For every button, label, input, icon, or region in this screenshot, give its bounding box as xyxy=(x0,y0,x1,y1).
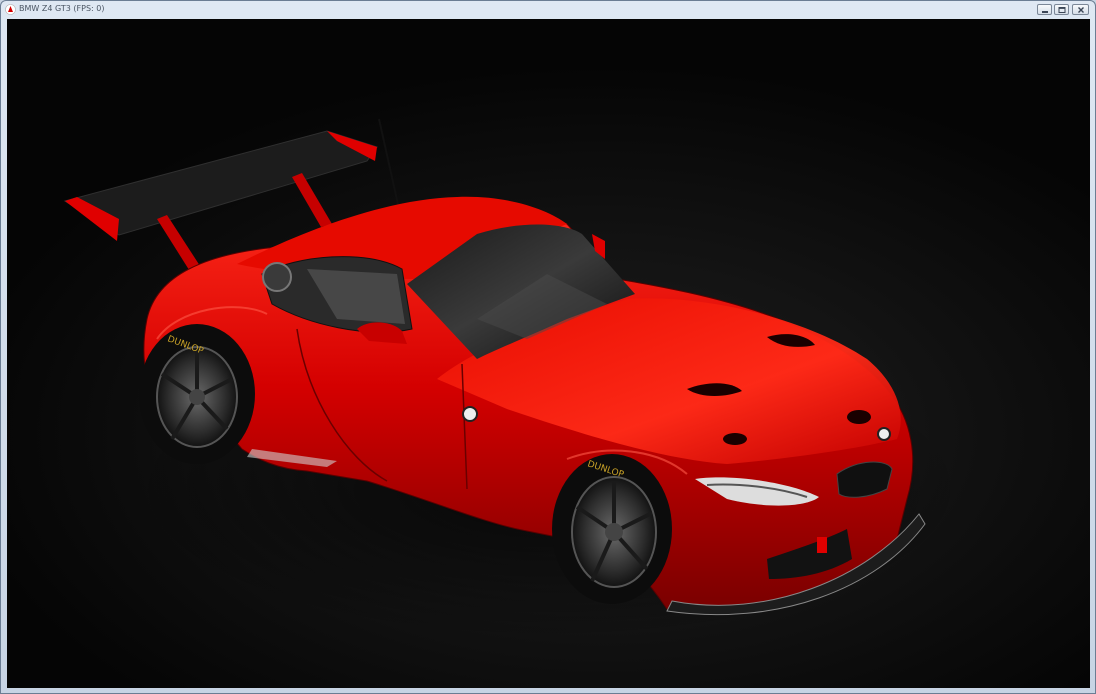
close-icon xyxy=(1078,7,1084,13)
minimize-button[interactable] xyxy=(1037,4,1052,15)
app-window: BMW Z4 GT3 (FPS: 0) DUNLOP DUNLOP xyxy=(0,0,1096,694)
maximize-icon xyxy=(1058,7,1066,13)
car-render: DUNLOP DUNLOP xyxy=(63,118,967,639)
close-button[interactable] xyxy=(1072,4,1089,15)
minimize-icon xyxy=(1042,11,1048,13)
app-logo-icon xyxy=(5,4,16,15)
maximize-button[interactable] xyxy=(1054,4,1069,15)
title-bar[interactable]: BMW Z4 GT3 (FPS: 0) xyxy=(1,1,1095,19)
3d-viewport[interactable]: DUNLOP DUNLOP xyxy=(7,19,1090,688)
window-title: BMW Z4 GT3 (FPS: 0) xyxy=(19,4,105,13)
